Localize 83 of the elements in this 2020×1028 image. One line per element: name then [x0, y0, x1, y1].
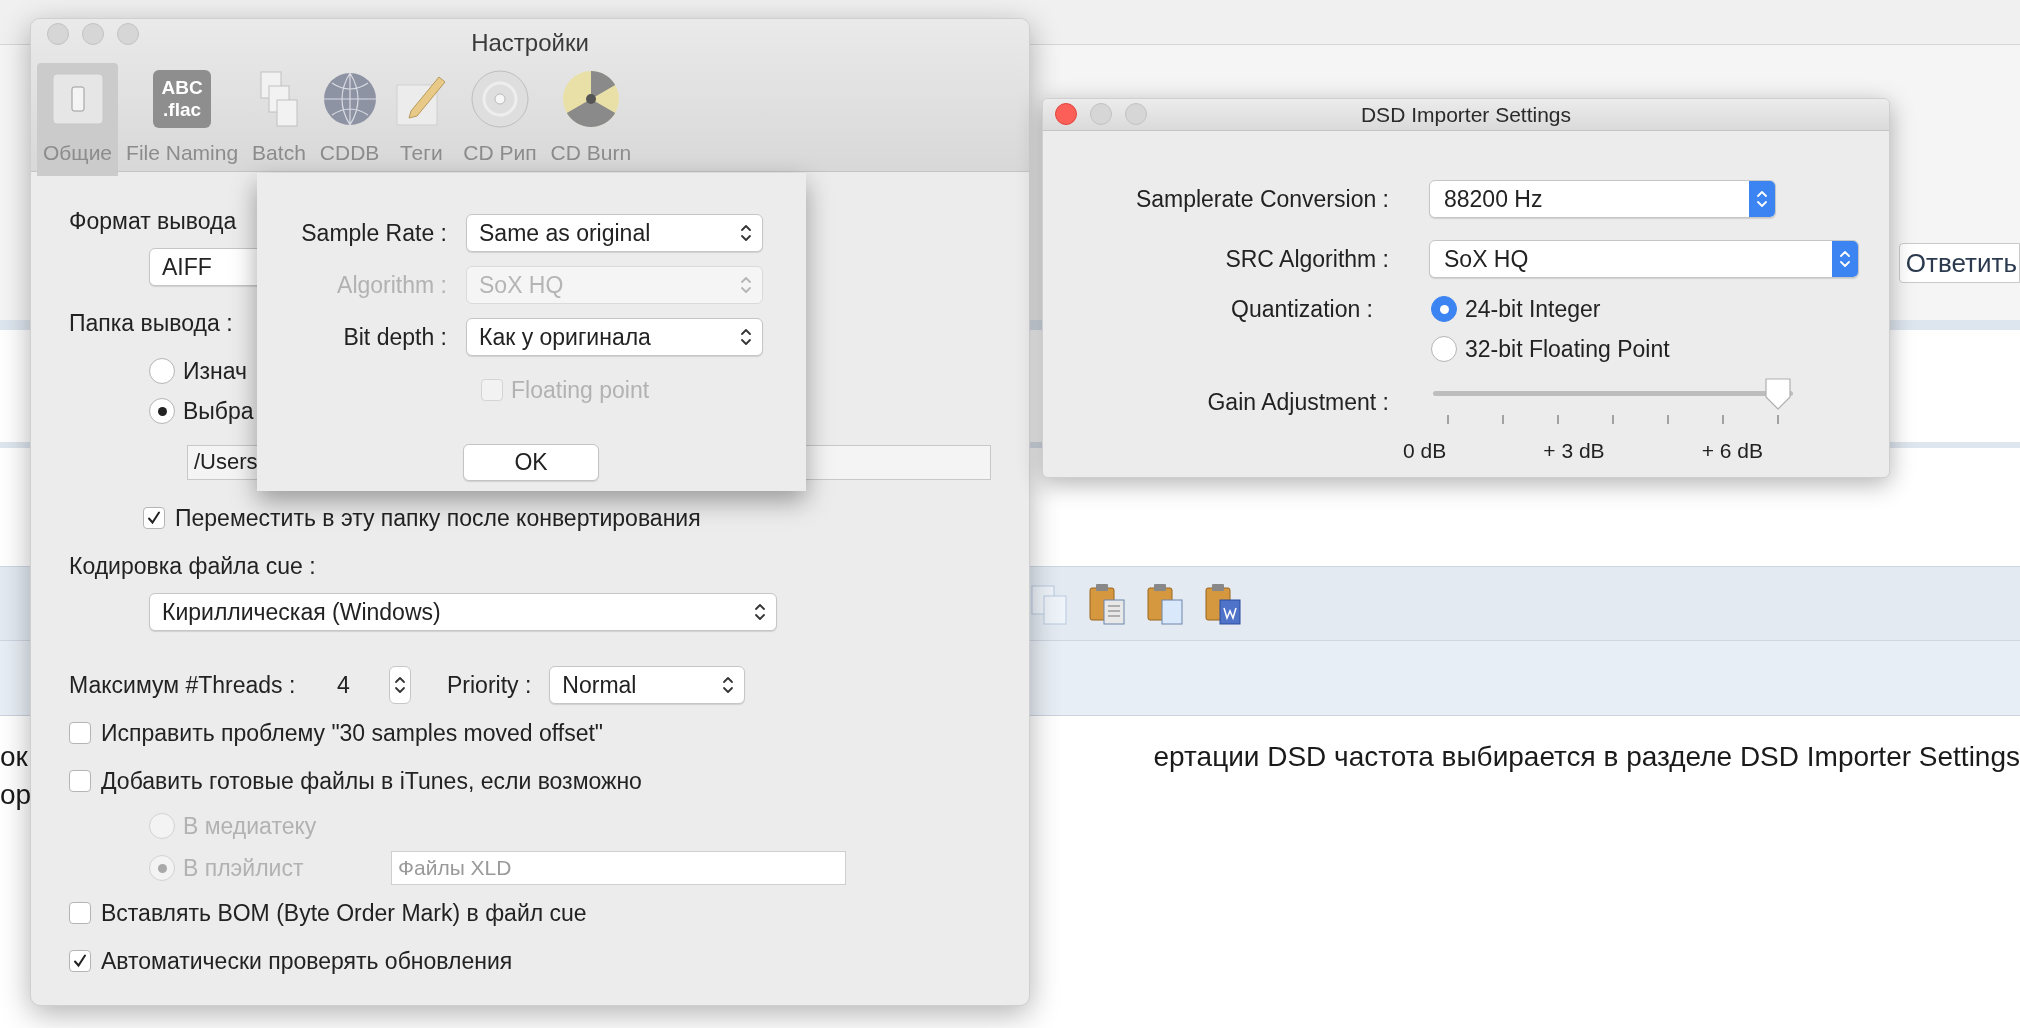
radio-label: Изнач — [183, 356, 248, 386]
field-label: Папка вывода : — [69, 308, 233, 338]
article-text: ертации DSD частота выбирается в разделе DSD Importer Settings — [1153, 740, 2020, 774]
globe-icon — [321, 70, 378, 127]
field-label: SRC Algorithm : — [1224, 244, 1389, 274]
threads-value: 4 — [337, 670, 351, 700]
field-label: Максимум #Threads : — [69, 670, 297, 700]
checkbox[interactable] — [69, 722, 91, 744]
toolbar-tab[interactable]: CD Burn — [544, 63, 638, 176]
field-label: Gain Adjustment : — [1206, 387, 1389, 417]
tick-label: + 6 dB — [1701, 438, 1763, 465]
field-label: Priority : — [447, 670, 532, 700]
toolbar-tab[interactable]: Общие — [37, 63, 119, 176]
ok-button[interactable]: OK — [463, 444, 599, 481]
chevrons-up-down-icon — [740, 223, 752, 243]
priority-dropdown[interactable]: Normal — [549, 666, 746, 704]
chevrons-up-down-icon — [1839, 249, 1851, 269]
algorithm-dropdown[interactable]: SoX HQ — [1429, 240, 1859, 278]
close-button[interactable] — [1055, 103, 1077, 125]
icon-label: ABC — [161, 76, 203, 99]
article-text: ор — [0, 778, 32, 812]
field-label: Sample Rate : — [300, 218, 447, 248]
article-text: ок — [0, 740, 28, 774]
toolbar-tab[interactable]: CD Рип — [457, 63, 543, 176]
radio-label: 24-bit Integer — [1465, 294, 1601, 324]
toolbar-tab[interactable]: CDDB — [313, 63, 386, 176]
radio-button[interactable] — [1431, 296, 1457, 322]
encoding-dropdown[interactable]: Кириллическая (Windows) — [149, 593, 777, 631]
tick-label: 0 dB — [1403, 438, 1447, 465]
window-title: DSD Importer Settings — [1360, 101, 1572, 128]
checkbox-label: Переместить в эту папку после конвертирования — [175, 503, 701, 533]
icon-label: .flac — [163, 98, 202, 121]
radio-label: В медиатеку — [183, 811, 318, 841]
option-dropdown[interactable]: Как у оригинала — [466, 318, 763, 356]
tick-label: + 3 dB — [1543, 438, 1605, 465]
samplerate-dropdown[interactable]: 88200 Hz — [1429, 180, 1776, 218]
radio-button[interactable] — [149, 398, 175, 424]
paste-word-icon[interactable] — [1204, 581, 1244, 626]
reply-button[interactable]: Ответить — [1898, 243, 2020, 283]
field-label: Кодировка файла cue : — [69, 551, 316, 581]
toolbar-tab[interactable]: Теги — [387, 63, 456, 176]
chevrons-up-down-icon — [1756, 189, 1768, 209]
checkbox-label: Автоматически проверять обновления — [101, 946, 513, 976]
field-label: Формат вывода — [69, 206, 237, 236]
close-button[interactable] — [47, 23, 69, 45]
option-dropdown[interactable]: Same as original — [466, 214, 763, 252]
chevrons-up-down-icon — [740, 275, 752, 295]
minimize-button[interactable] — [1090, 103, 1112, 125]
checkbox-label: Floating point — [511, 375, 650, 405]
disc-icon — [469, 68, 530, 129]
checkmark-icon — [146, 510, 162, 526]
field-label: Samplerate Conversion : — [1134, 184, 1389, 214]
checkbox[interactable] — [69, 902, 91, 924]
checkbox[interactable] — [143, 507, 165, 529]
slider-thumb[interactable] — [1763, 377, 1793, 411]
toolbar-tab[interactable]: Batch — [246, 63, 312, 176]
threads-stepper[interactable] — [389, 666, 411, 704]
paste-text-icon[interactable] — [1088, 581, 1128, 626]
window-title: Настройки — [471, 28, 589, 58]
checkmark-icon — [72, 953, 88, 969]
field-label: Bit depth : — [342, 322, 447, 352]
zoom-button[interactable] — [1125, 103, 1147, 125]
chevrons-up-down-icon — [722, 675, 735, 695]
minimize-button[interactable] — [82, 23, 104, 45]
radiation-icon — [560, 68, 621, 129]
chevrons-up-down-icon — [740, 327, 752, 347]
radio-button[interactable] — [149, 358, 175, 384]
checkbox[interactable] — [69, 950, 91, 972]
radio-label: 32-bit Floating Point — [1465, 334, 1670, 364]
radio-label: В плэйлист — [183, 853, 305, 883]
checkbox-label: Добавить готовые файлы в iTunes, если возможно — [101, 766, 642, 796]
field-label: Algorithm : — [336, 270, 447, 300]
checkbox-label: Исправить проблему "30 samples moved offset" — [101, 718, 603, 748]
field-label: Quantization : — [1231, 295, 1374, 322]
toolbar-tab[interactable]: ABC .flac File Naming — [120, 63, 245, 176]
radio-label: Выбра — [183, 396, 254, 426]
paste-icon[interactable] — [1146, 581, 1186, 626]
zoom-button[interactable] — [117, 23, 139, 45]
checkbox-label: Вставлять BOM (Byte Order Mark) в файл cue — [101, 898, 587, 928]
radio-button[interactable] — [1431, 336, 1457, 362]
chevrons-up-down-icon — [754, 602, 766, 622]
checkbox[interactable] — [69, 770, 91, 792]
chevrons-up-down-icon — [394, 675, 406, 695]
